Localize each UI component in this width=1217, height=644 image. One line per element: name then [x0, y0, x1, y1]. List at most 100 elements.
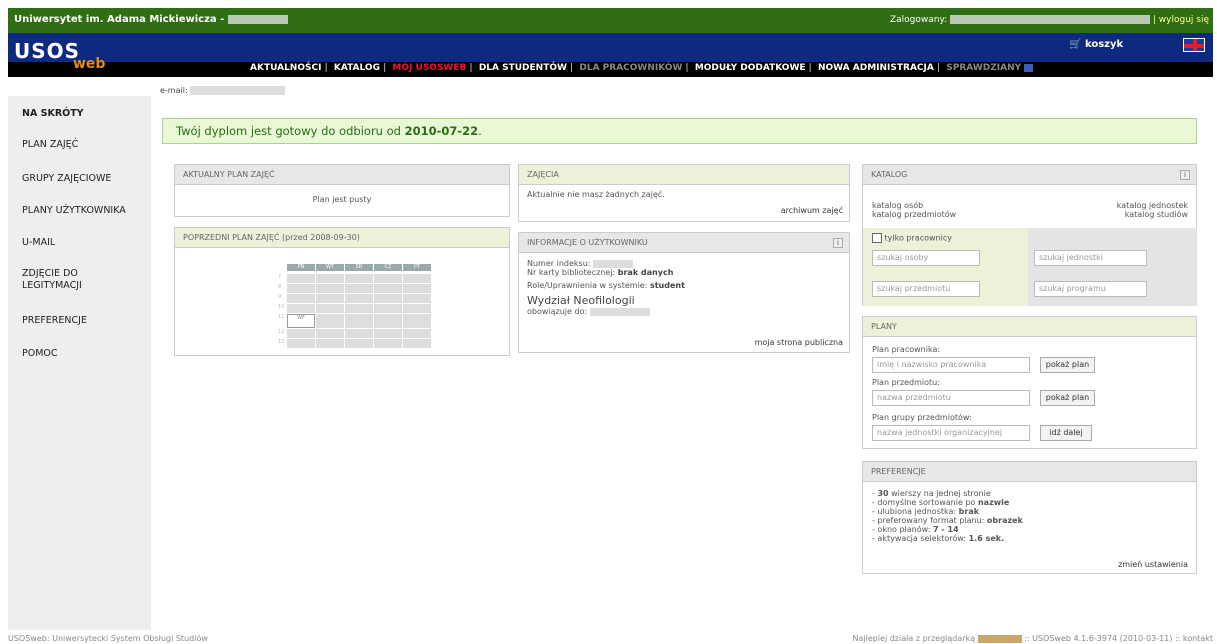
hour-label: 9 — [278, 294, 282, 300]
blurred-name — [227, 14, 288, 24]
pref-sort: - domyślne sortowanie po nazwie — [872, 498, 1010, 507]
valid-label: obowiązuje do: — [527, 307, 588, 316]
search-subject-input[interactable]: szukaj przedmiotu — [872, 281, 980, 297]
day-header: CZ — [374, 264, 402, 271]
footer-left: USOSweb: Uniwersytecki System Obsługi St… — [8, 634, 208, 643]
info-icon[interactable]: i — [833, 238, 843, 248]
previous-plan-box: POPRZEDNI PLAN ZAJĘĆ (przed 2008-09-30) … — [174, 227, 510, 356]
pref-selectors: - aktywacja selektorów: 1.6 sek. — [872, 534, 1005, 543]
email-label: e-mail: — [160, 86, 188, 95]
nav-dla-pracownikow[interactable]: DLA PRACOWNIKÓW — [579, 63, 682, 73]
sidebar: NA SKRÓTY PLAN ZAJĘĆ GRUPY ZAJĘCIOWE PLA… — [8, 96, 151, 630]
worker-name-input[interactable]: imię i nazwisko pracownika — [872, 357, 1030, 373]
hour-label: 8 — [278, 284, 282, 290]
classes-archive-link[interactable]: archiwum zajęć — [781, 206, 843, 215]
logout-link[interactable]: | wyloguj się — [1153, 15, 1209, 25]
classes-title: ZAJĘCIA — [519, 165, 849, 185]
search-person-input[interactable]: szukaj osoby — [872, 250, 980, 266]
workers-only-checkbox[interactable] — [872, 233, 882, 243]
top-bar: Uniwersytet im. Adama Mickiewicza - Zalo… — [8, 8, 1213, 33]
catalog-box: KATALOG i katalog osób katalog przedmiot… — [862, 164, 1197, 306]
sidebar-item-plany-uzytkownika[interactable]: PLANY UŻYTKOWNIKA — [22, 205, 126, 217]
pref-unit: - ulubiona jednostka: brak — [872, 507, 980, 516]
hour-label: 7 — [278, 274, 282, 280]
nav-katalog[interactable]: KATALOG — [334, 63, 380, 73]
previous-plan-title[interactable]: POPRZEDNI PLAN ZAJĘĆ (przed 2008-09-30) — [175, 228, 509, 248]
university-label: Uniwersytet im. Adama Mickiewicza - — [14, 14, 225, 25]
blurred-user — [950, 15, 1151, 24]
sidebar-item-zdjecie[interactable]: ZDJĘCIE DO — [22, 268, 78, 280]
info-icon[interactable]: i — [1180, 170, 1190, 180]
hour-label: 12 — [278, 329, 285, 335]
nav-sprawdziany[interactable]: SPRAWDZIANY — [946, 63, 1021, 73]
cart-label: koszyk — [1084, 39, 1124, 50]
nav-moj-usosweb[interactable]: MÓJ USOSWEB — [392, 63, 466, 73]
group-plan-label: Plan grupy przedmiotów: — [872, 413, 972, 422]
blurred-email — [190, 86, 286, 95]
index-label: Numer indeksu: — [527, 259, 591, 268]
plan-event: WF — [287, 314, 315, 328]
workers-only-label: tylko pracownicy — [884, 233, 952, 243]
sidebar-item-u-mail[interactable]: U-MAIL — [22, 237, 55, 249]
nav-nowa-administracja[interactable]: NOWA ADMINISTRACJA — [818, 63, 934, 73]
change-settings-link[interactable]: zmień ustawienia — [1118, 560, 1188, 569]
worker-plan-label: Plan pracownika: — [872, 345, 941, 354]
classes-empty: Aktualnie nie masz żadnych zajęć. — [527, 190, 665, 199]
catalog-studies-link[interactable]: katalog studiów — [1117, 210, 1188, 219]
role-value: student — [649, 281, 685, 290]
plans-box: PLANY Plan pracownika: imię i nazwisko p… — [862, 316, 1197, 449]
search-program-input[interactable]: szukaj programu — [1034, 281, 1147, 297]
day-header: WT — [316, 264, 344, 271]
sidebar-item-legitymacji[interactable]: LEGITYMACJI — [22, 280, 82, 292]
go-further-button[interactable]: idź dalej — [1040, 425, 1092, 441]
notice-text: Twój dyplom jest gotowy do odbioru od — [176, 124, 401, 138]
show-worker-plan-button[interactable]: pokaż plan — [1040, 357, 1095, 373]
english-flag-icon[interactable] — [1183, 38, 1205, 52]
sidebar-item-grupy[interactable]: GRUPY ZAJĘCIOWE — [22, 173, 111, 185]
day-header: PN — [287, 264, 315, 271]
user-info-title: INFORMACJE O UŻYTKOWNIKU — [519, 233, 849, 253]
classes-box: ZAJĘCIA Aktualnie nie masz żadnych zajęć… — [518, 164, 850, 222]
nav-moduly[interactable]: MODUŁY DODATKOWE — [695, 63, 806, 73]
firefox-badge-icon[interactable] — [977, 634, 1022, 643]
logged-label: Zalogowany: — [889, 15, 948, 25]
unit-name-input[interactable]: nazwa jednostki organizacyjnej — [872, 425, 1030, 441]
footer-right: Najlepiej działa z przeglądarką :: USOSw… — [852, 634, 1213, 643]
catalog-subjects-link[interactable]: katalog przedmiotów — [872, 210, 956, 219]
card-value: brak danych — [617, 268, 674, 277]
plan-thumbnail[interactable]: PN WT ŚR CZ PT 7 8 9 10 11 WF 12 13 — [278, 264, 432, 349]
sidebar-item-plan-zajec[interactable]: PLAN ZAJĘĆ — [22, 139, 78, 151]
catalog-units-link[interactable]: katalog jednostek — [1117, 201, 1188, 210]
info-icon[interactable] — [1024, 63, 1034, 72]
pref-format: - preferowany format planu: obrazek — [872, 516, 1023, 525]
day-header: PT — [403, 264, 431, 271]
email-row: e-mail: — [160, 86, 286, 95]
nav-dla-studentow[interactable]: DLA STUDENTÓW — [479, 63, 567, 73]
current-plan-empty: Plan jest pusty — [312, 195, 372, 204]
notice-date: 2010-07-22 — [404, 124, 479, 138]
logo[interactable]: USOS — [14, 39, 80, 63]
login-status: Zalogowany: | wyloguj się — [890, 15, 1209, 25]
footer: USOSweb: Uniwersytecki System Obsługi St… — [0, 630, 1217, 644]
sidebar-item-na-skroty[interactable]: NA SKRÓTY — [22, 108, 84, 120]
catalog-people-link[interactable]: katalog osób — [872, 201, 956, 210]
cart-link[interactable]: 🛒 koszyk — [1069, 39, 1123, 50]
show-subject-plan-button[interactable]: pokaż plan — [1040, 390, 1095, 406]
public-page-link[interactable]: moja strona publiczna — [755, 338, 843, 347]
university-name: Uniwersytet im. Adama Mickiewicza - — [14, 14, 288, 25]
hour-label: 13 — [278, 339, 285, 345]
hour-label: 11 — [278, 314, 285, 320]
subject-name-input[interactable]: nazwa przedmiotu — [872, 390, 1030, 406]
preferences-title: PREFERENCJE — [863, 462, 1196, 482]
footer-browser-text: Najlepiej działa z przeglądarką — [852, 634, 976, 643]
blurred-index — [593, 259, 634, 268]
catalog-title: KATALOG — [863, 165, 1196, 185]
sidebar-item-preferencje[interactable]: PREFERENCJE — [22, 315, 87, 327]
search-unit-input[interactable]: szukaj jednostki — [1034, 250, 1147, 266]
footer-version[interactable]: :: USOSweb 4.1.6-3974 (2010-03-11) :: ko… — [1024, 634, 1213, 643]
hour-label: 10 — [278, 304, 285, 310]
nav-aktualnosci[interactable]: AKTUALNOŚCI — [250, 63, 321, 73]
pref-rows: - 30 wierszy na jednej stronie — [872, 489, 991, 498]
sidebar-item-pomoc[interactable]: POMOC — [22, 348, 58, 360]
cart-icon: 🛒 — [1069, 39, 1085, 50]
